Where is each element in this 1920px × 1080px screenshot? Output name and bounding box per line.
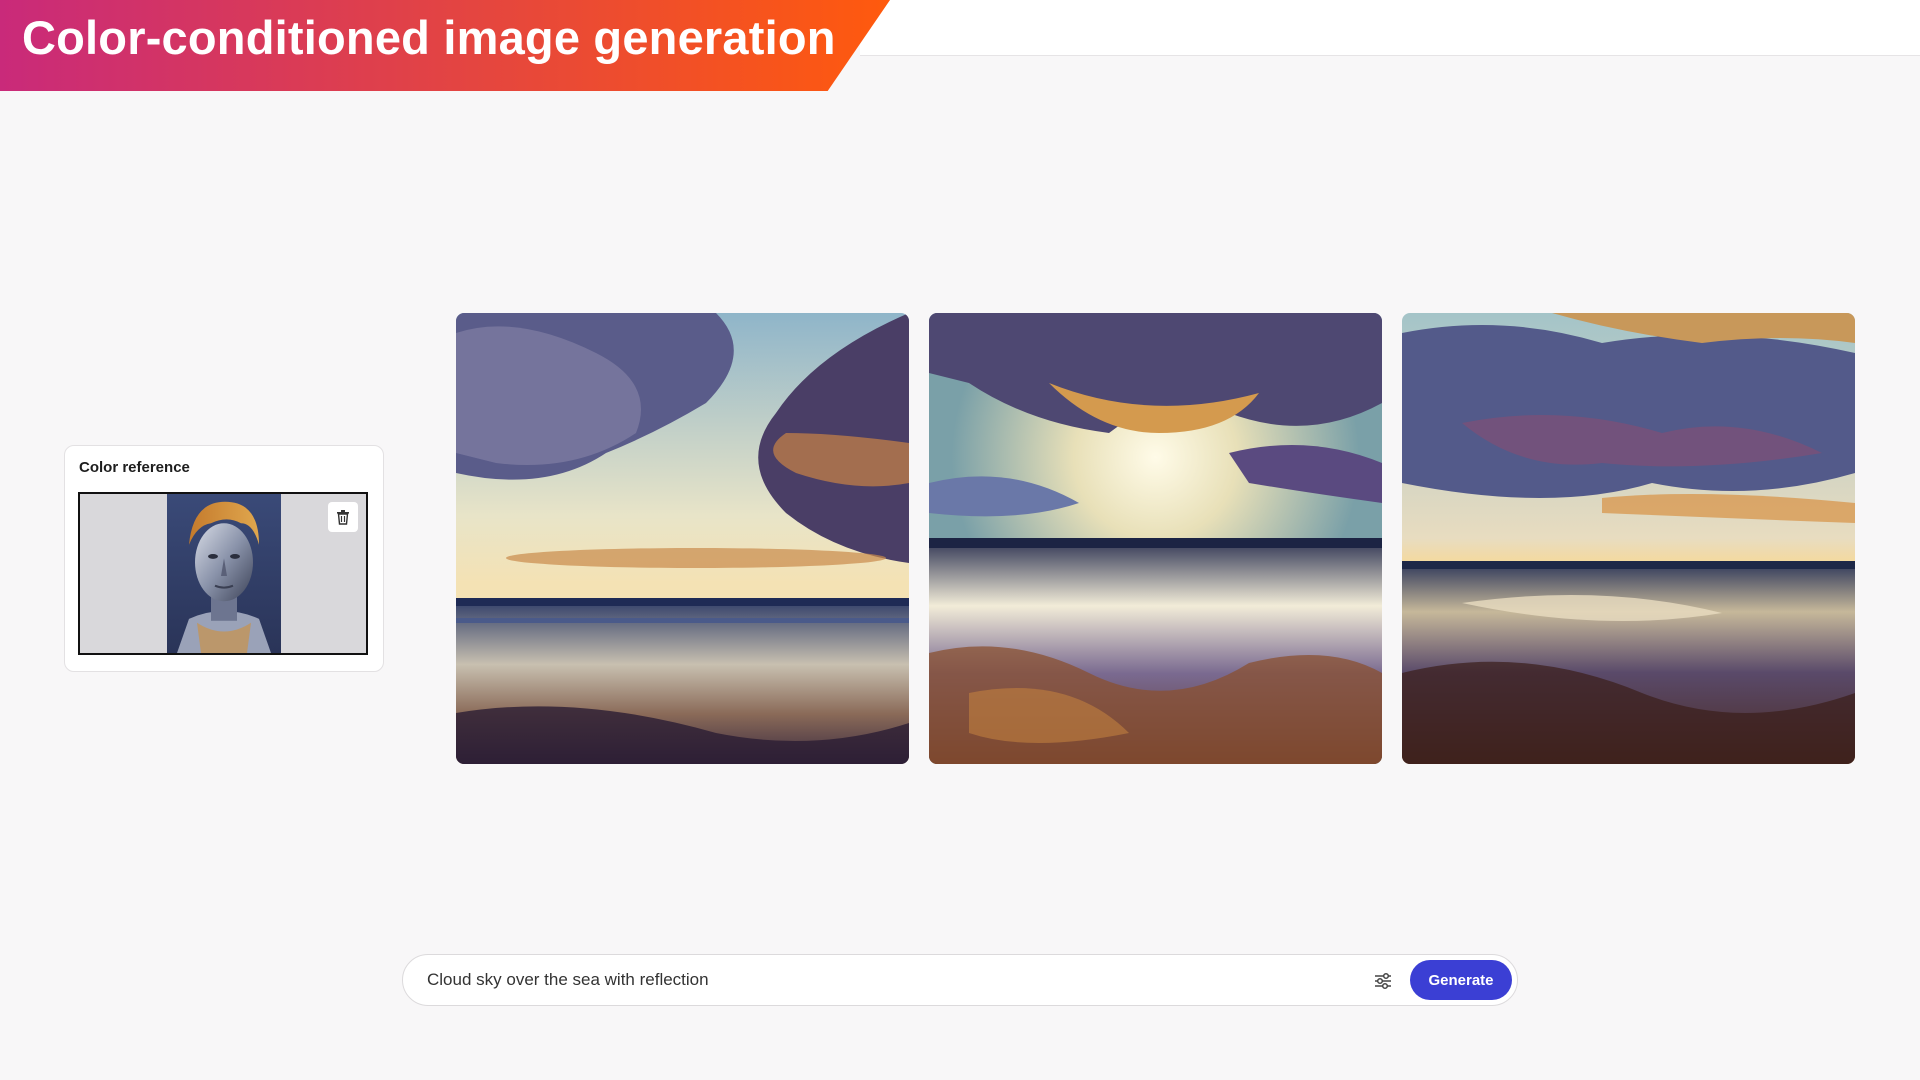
seascape-image-1 [456, 313, 909, 764]
reference-portrait-image [167, 494, 281, 653]
generated-image-3[interactable] [1402, 313, 1855, 764]
color-reference-panel: Color reference [64, 445, 384, 672]
delete-reference-button[interactable] [328, 502, 358, 532]
color-reference-title: Color reference [79, 459, 190, 476]
sliders-icon [1375, 972, 1391, 990]
settings-button[interactable] [1369, 967, 1397, 995]
banner-title: Color-conditioned image generation [22, 11, 836, 64]
title-banner: Color-conditioned image generation [0, 0, 890, 91]
trash-icon [337, 510, 349, 525]
prompt-bar: Generate [402, 954, 1518, 1006]
seascape-image-2 [929, 313, 1382, 764]
generate-button[interactable]: Generate [1410, 960, 1512, 1000]
seascape-image-3 [1402, 313, 1855, 764]
generated-image-2[interactable] [929, 313, 1382, 764]
color-reference-thumbnail[interactable] [78, 492, 368, 655]
generated-image-1[interactable] [456, 313, 909, 764]
prompt-input[interactable] [425, 963, 1325, 997]
top-strip [860, 0, 1920, 56]
